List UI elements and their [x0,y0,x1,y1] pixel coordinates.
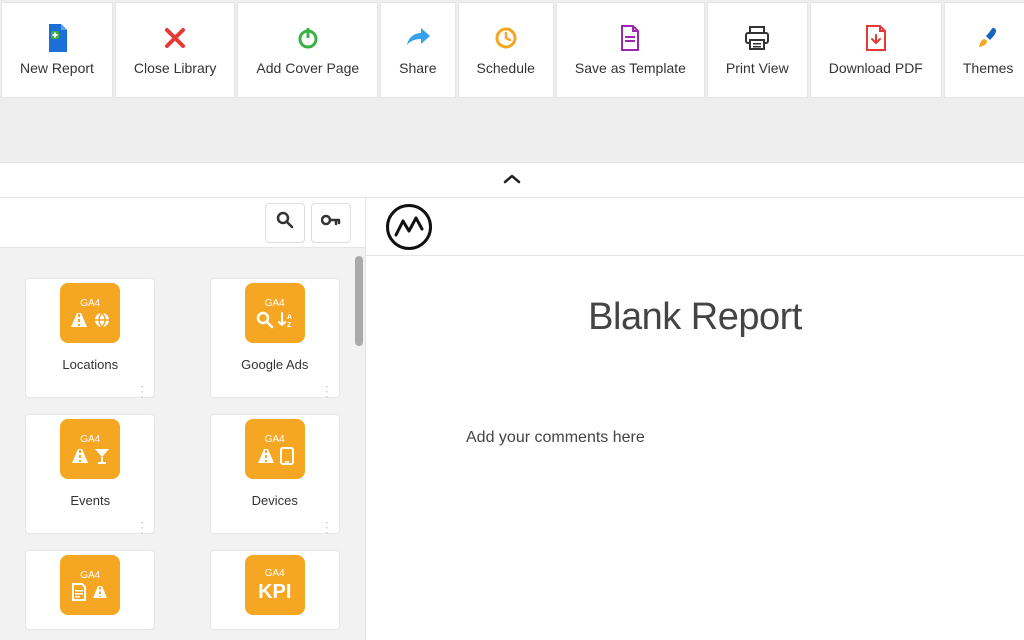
kpi-text-icon: KPI [258,581,291,604]
close-library-button[interactable]: Close Library [115,2,235,98]
key-icon [321,213,341,232]
card-label: Google Ads [241,357,308,372]
card-label: Locations [62,357,118,372]
widget-chip: GA4 [60,283,120,343]
brand-logo [386,204,432,250]
pdf-icon [865,24,887,52]
chevron-up-icon [503,171,521,189]
widget-chip: GA4 [60,419,120,479]
sidebar-scrollbar[interactable] [353,252,365,640]
doc-road-icon [71,583,109,601]
sidebar-toolbar [0,198,365,248]
widget-chip: GA4 [60,555,120,615]
card-menu-icon[interactable]: ⋮ [135,389,148,395]
widget-card-traffic[interactable]: GA4 [25,550,155,630]
widget-chip: GA4 KPI [245,555,305,615]
brush-icon [976,24,1000,52]
add-cover-page-button[interactable]: Add Cover Page [237,2,378,98]
download-pdf-label: Download PDF [829,60,923,76]
add-cover-label: Add Cover Page [256,60,359,76]
card-menu-icon[interactable]: ⋮ [320,525,333,531]
power-icon [296,24,320,52]
report-canvas: Blank Report Add your comments here [365,198,1024,640]
chip-badge: GA4 [80,571,100,581]
road-martini-icon [70,447,110,465]
themes-label: Themes [963,60,1014,76]
chip-badge: GA4 [265,299,285,309]
report-title[interactable]: Blank Report [366,296,1024,339]
main-area: GA4 Locations ⋮ GA4 AZ Google [0,198,1024,640]
report-comment-placeholder[interactable]: Add your comments here [466,429,1024,447]
widget-card-events[interactable]: GA4 Events ⋮ [25,414,155,534]
svg-text:A: A [287,314,292,321]
road-device-icon [256,447,294,465]
svg-text:Z: Z [287,322,292,329]
themes-button[interactable]: Themes [944,2,1024,98]
new-report-icon [45,24,69,52]
widget-grid: GA4 Locations ⋮ GA4 AZ Google [0,248,365,640]
share-label: Share [399,60,436,76]
settings-key-button[interactable] [311,203,351,243]
canvas-header [366,198,1024,256]
collapse-toolbar-button[interactable] [0,162,1024,198]
file-icon [620,24,640,52]
search-button[interactable] [265,203,305,243]
chip-badge: GA4 [265,435,285,445]
clock-icon [494,24,518,52]
card-menu-icon[interactable]: ⋮ [320,389,333,395]
widget-card-locations[interactable]: GA4 Locations ⋮ [25,278,155,398]
new-report-button[interactable]: New Report [1,2,113,98]
card-label: Devices [252,493,298,508]
card-label: Events [70,493,110,508]
printer-icon [744,24,770,52]
chip-badge: GA4 [265,569,285,579]
widget-library-sidebar: GA4 Locations ⋮ GA4 AZ Google [0,198,365,640]
widget-card-devices[interactable]: GA4 Devices ⋮ [210,414,340,534]
new-report-label: New Report [20,60,94,76]
chip-badge: GA4 [80,299,100,309]
save-template-label: Save as Template [575,60,686,76]
widget-chip: GA4 AZ [245,283,305,343]
toolbar: New Report Close Library Add Cover Page … [0,0,1024,100]
share-button[interactable]: Share [380,2,455,98]
share-icon [405,24,431,52]
scrollbar-thumb[interactable] [355,256,363,346]
close-icon [164,24,186,52]
download-pdf-button[interactable]: Download PDF [810,2,942,98]
search-icon [276,211,294,234]
close-library-label: Close Library [134,60,216,76]
save-template-button[interactable]: Save as Template [556,2,705,98]
print-view-button[interactable]: Print View [707,2,808,98]
schedule-label: Schedule [477,60,535,76]
schedule-button[interactable]: Schedule [458,2,554,98]
card-menu-icon[interactable]: ⋮ [135,525,148,531]
widget-card-google-ads[interactable]: GA4 AZ Google Ads ⋮ [210,278,340,398]
widget-chip: GA4 [245,419,305,479]
road-globe-icon [69,311,111,329]
widget-card-kpi[interactable]: GA4 KPI [210,550,340,630]
chip-badge: GA4 [80,435,100,445]
print-view-label: Print View [726,60,789,76]
search-sort-icon: AZ [256,311,294,329]
